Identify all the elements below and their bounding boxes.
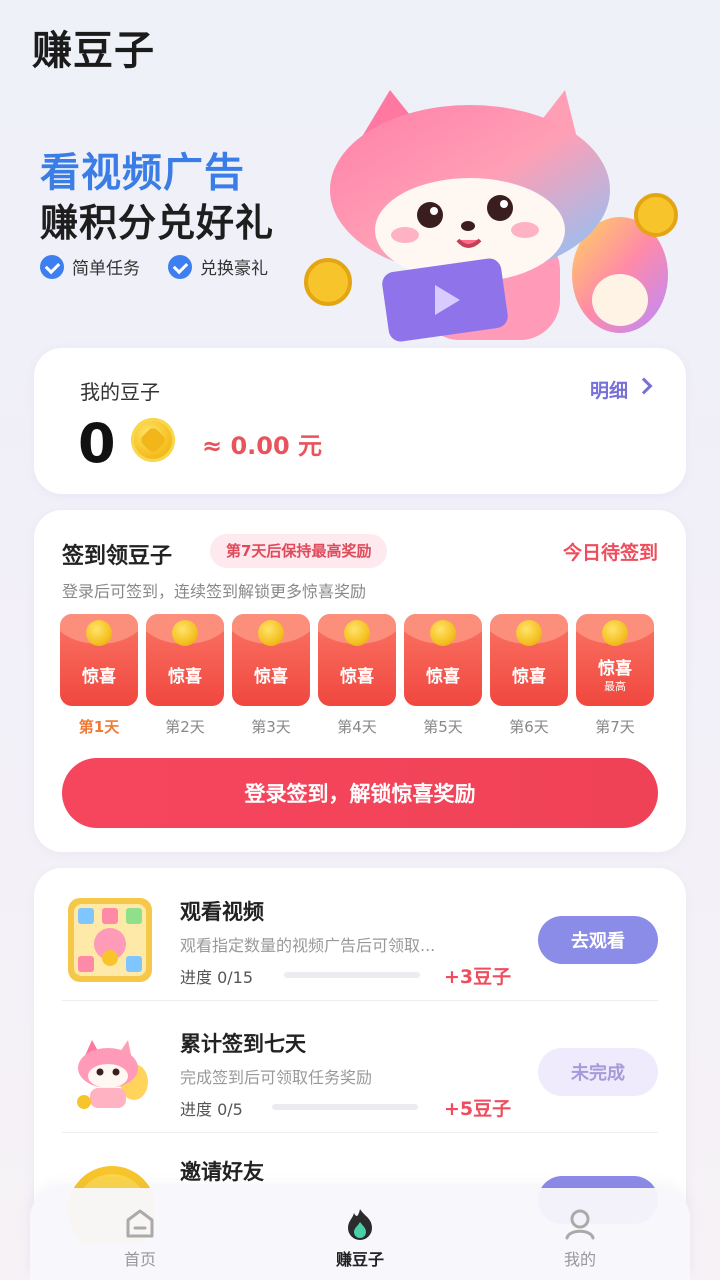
red-envelope-icon: 惊喜 [404,614,482,706]
day-label: 第5天 [423,718,463,736]
day-label: 第2天 [165,718,205,736]
day-label: 第6天 [509,718,549,736]
coin-icon [172,620,198,646]
detail-link[interactable]: 明细 [590,376,628,403]
task-progress: 进度 0/15 [180,968,254,987]
task-progress-bar [284,972,420,978]
coin-icon [344,620,370,646]
balance-card: 我的豆子 明细 0 ≈ 0.00 元 [34,348,686,494]
red-envelope-icon: 惊喜 [232,614,310,706]
signin-day[interactable]: 惊喜 第5天 [404,614,482,737]
balance-value: 0 [78,412,116,475]
signin-day[interactable]: 惊喜 第4天 [318,614,396,737]
task-desc: 观看指定数量的视频广告后可领取... [180,936,436,955]
day-reward-sub: 最高 [604,680,626,693]
signin-title: 签到领豆子 [62,544,173,569]
task-item: 累计签到七天 完成签到后可领取任务奖励 进度 0/5 +5豆子 未完成 [62,1028,658,1158]
task-progress: 进度 0/5 [180,1100,243,1119]
day-label: 第4天 [337,718,377,736]
coin-icon [430,620,456,646]
day-label: 第3天 [251,718,291,736]
day-reward: 惊喜 [512,667,546,687]
task-incomplete-button[interactable]: 未完成 [538,1048,658,1096]
hero-title: 看视频广告 [40,150,245,196]
bottom-nav: 首页 赚豆子 我的 [30,1188,690,1280]
day-reward: 惊喜 [340,667,374,687]
nav-label: 首页 [123,1250,156,1269]
task-item: 观看视频 观看指定数量的视频广告后可领取... 进度 0/15 +3豆子 去观看 [62,896,658,1026]
day-reward: 惊喜 [82,667,116,687]
signin-status: 今日待签到 [562,542,658,564]
red-envelope-icon: 惊喜 [490,614,568,706]
hero-tag-label: 兑换豪礼 [200,259,268,279]
hero-tag-label: 简单任务 [72,259,140,279]
fox-task-icon [77,1040,148,1109]
coin-icon [131,418,175,462]
check-icon [40,254,64,279]
task-name: 观看视频 [180,900,264,924]
task-name: 累计签到七天 [180,1032,306,1056]
red-envelope-icon: 惊喜 [60,614,138,706]
coin-icon [602,620,628,646]
chevron-right-icon[interactable] [635,377,653,395]
task-reward: +3豆子 [444,966,512,988]
signin-button[interactable]: 登录签到，解锁惊喜奖励 [62,758,658,828]
signin-subtitle: 登录后可签到，连续签到解锁更多惊喜奖励 [62,582,367,601]
red-envelope-icon: 惊喜 最高 [576,614,654,706]
watch-video-button[interactable]: 去观看 [538,916,658,964]
balance-label: 我的豆子 [80,380,160,404]
task-reward: +5豆子 [444,1098,512,1120]
signin-card: 签到领豆子 第7天后保持最高奖励 今日待签到 登录后可签到，连续签到解锁更多惊喜… [34,510,686,852]
day-reward: 惊喜 [254,667,288,687]
day-reward: 惊喜 [426,667,460,687]
signin-day[interactable]: 惊喜 最高 第7天 [576,614,654,737]
signin-day[interactable]: 惊喜 第2天 [146,614,224,737]
nav-label: 赚豆子 [335,1250,384,1269]
red-envelope-icon: 惊喜 [146,614,224,706]
video-task-icon [68,898,152,982]
signin-badge: 第7天后保持最高奖励 [210,534,388,568]
home-icon [126,1209,154,1238]
signin-days: 惊喜 第1天 惊喜 第2天 惊喜 第3天 惊喜 第4天 惊喜 第5天 惊喜 第6… [60,614,654,737]
fox-mascot-illustration [304,90,678,342]
red-envelope-icon: 惊喜 [318,614,396,706]
day-label: 第1天 [78,718,120,736]
hero-tags: 简单任务 兑换豪礼 [40,254,268,279]
user-icon [565,1209,595,1240]
day-label: 第7天 [595,718,635,736]
divider [62,1000,658,1001]
hero-subtitle: 赚积分兑好礼 [40,201,275,245]
nav-label: 我的 [563,1250,596,1269]
signin-day[interactable]: 惊喜 第1天 [60,614,138,737]
task-name: 邀请好友 [180,1160,264,1184]
nav-item-earn[interactable]: 赚豆子 [300,1206,420,1270]
divider [62,1132,658,1133]
flame-icon [348,1209,372,1240]
nav-item-home[interactable]: 首页 [80,1206,200,1270]
balance-yuan-value: ≈ 0.00 元 [202,432,323,460]
hero-tag: 简单任务 [40,254,140,279]
signin-day[interactable]: 惊喜 第6天 [490,614,568,737]
coin-icon [86,620,112,646]
signin-day[interactable]: 惊喜 第3天 [232,614,310,737]
coin-icon [258,620,284,646]
task-desc: 完成签到后可领取任务奖励 [180,1068,373,1087]
hero-tag: 兑换豪礼 [168,254,268,279]
day-reward: 惊喜 [168,667,202,687]
app-title: 赚豆子 [32,28,155,74]
nav-item-profile[interactable]: 我的 [520,1206,640,1270]
check-icon [168,254,192,279]
task-progress-bar [272,1104,418,1110]
coin-icon [516,620,542,646]
day-reward: 惊喜 [598,659,632,679]
